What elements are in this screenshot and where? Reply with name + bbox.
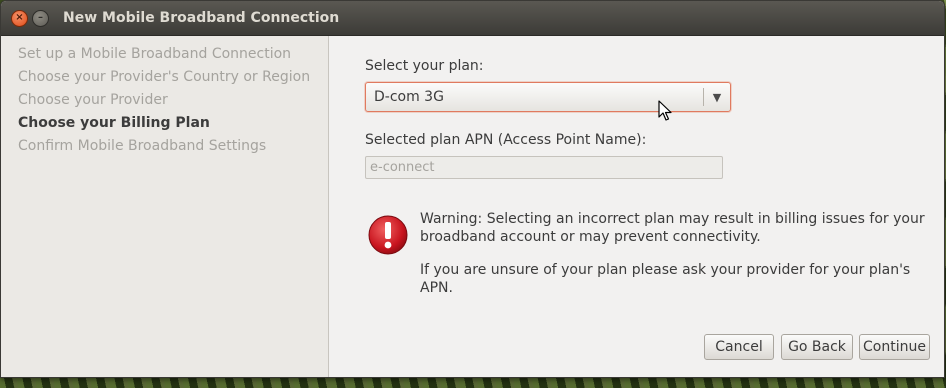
chevron-down-icon[interactable]: ▼ — [704, 91, 730, 104]
cancel-button[interactable]: Cancel — [704, 334, 774, 360]
step-setup: Set up a Mobile Broadband Connection — [18, 46, 292, 62]
warning-icon — [368, 215, 408, 255]
plan-select[interactable]: D-com 3G ▼ — [365, 82, 731, 112]
warning-text-line1: Warning: Selecting an incorrect plan may… — [420, 211, 925, 227]
minimize-icon[interactable]: – — [32, 9, 49, 27]
step-confirm: Confirm Mobile Broadband Settings — [18, 138, 267, 154]
steps-sidebar: Set up a Mobile Broadband Connection Cho… — [1, 36, 329, 377]
close-icon[interactable]: × — [11, 9, 28, 27]
apn-field: e-connect — [365, 156, 723, 179]
step-country: Choose your Provider's Country or Region — [18, 69, 311, 85]
titlebar: × – New Mobile Broadband Connection — [1, 1, 944, 36]
content-pane: Select your plan: D-com 3G ▼ Selected pl… — [329, 36, 944, 377]
warning-text-line2: broadband account or may prevent connect… — [420, 229, 761, 245]
continue-button[interactable]: Continue — [859, 334, 930, 360]
warning-text-line3: If you are unsure of your plan please as… — [420, 262, 911, 296]
step-billing-plan: Choose your Billing Plan — [18, 115, 210, 131]
plan-select-value: D-com 3G — [374, 89, 444, 105]
step-provider: Choose your Provider — [18, 92, 168, 108]
dialog-window: × – New Mobile Broadband Connection Set … — [0, 0, 945, 378]
apn-label: Selected plan APN (Access Point Name): — [365, 132, 647, 148]
mouse-cursor-icon — [658, 100, 672, 121]
window-title: New Mobile Broadband Connection — [63, 10, 340, 26]
plan-label: Select your plan: — [365, 58, 484, 74]
go-back-button[interactable]: Go Back — [781, 334, 853, 360]
